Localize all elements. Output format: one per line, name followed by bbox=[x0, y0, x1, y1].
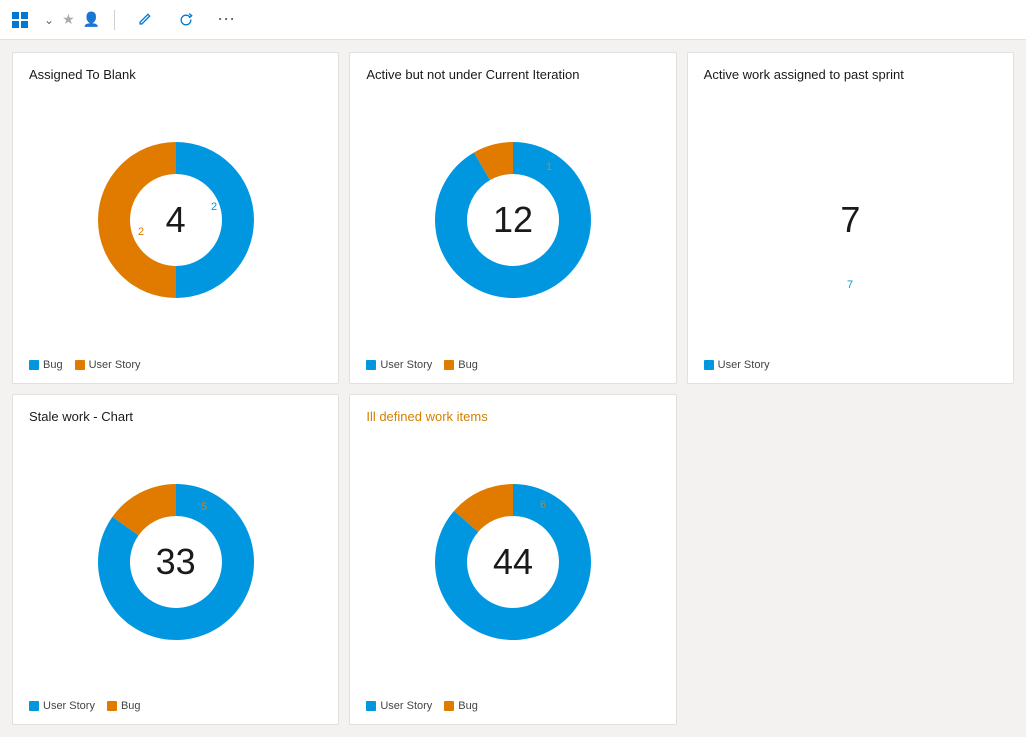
empty-card bbox=[687, 394, 1014, 726]
refresh-button[interactable] bbox=[171, 9, 205, 31]
donut-total: 44 bbox=[493, 541, 533, 583]
chart-card-ill-defined[interactable]: Ill defined work items 38 6 44 User Story… bbox=[349, 394, 676, 726]
divider bbox=[114, 10, 115, 30]
legend-color bbox=[366, 360, 376, 370]
svg-text:2: 2 bbox=[138, 226, 144, 238]
edit-icon bbox=[137, 13, 151, 27]
chart-title: Assigned To Blank bbox=[29, 67, 136, 82]
chart-legend: User Story bbox=[704, 359, 770, 371]
chart-card-stale-work[interactable]: Stale work - Chart 28 5 33 User Story Bug bbox=[12, 394, 339, 726]
legend-item: User Story bbox=[704, 359, 770, 371]
donut-chart: 28 5 33 bbox=[86, 472, 266, 652]
svg-text:11: 11 bbox=[517, 271, 528, 283]
legend-color bbox=[444, 360, 454, 370]
donut-total: 33 bbox=[156, 541, 196, 583]
chart-legend: User Story Bug bbox=[366, 700, 478, 712]
svg-text:7: 7 bbox=[847, 279, 853, 291]
chart-legend: User Story Bug bbox=[29, 700, 141, 712]
more-options-icon[interactable]: ⋯ bbox=[213, 5, 239, 34]
donut-total: 7 bbox=[840, 199, 860, 241]
donut-chart: 38 6 44 bbox=[423, 472, 603, 652]
grid-icon bbox=[12, 12, 28, 28]
legend-item: Bug bbox=[107, 700, 141, 712]
header: ⌄ ★ 👤 ⋯ bbox=[0, 0, 1026, 40]
chart-area: 2 2 4 bbox=[29, 90, 322, 351]
legend-label: User Story bbox=[380, 359, 432, 371]
chart-card-assigned-to-blank[interactable]: Assigned To Blank 2 2 4 Bug User Story bbox=[12, 52, 339, 384]
legend-color bbox=[75, 360, 85, 370]
star-icon[interactable]: ★ bbox=[62, 11, 75, 28]
legend-label: User Story bbox=[380, 700, 432, 712]
refresh-icon bbox=[179, 13, 193, 27]
legend-label: Bug bbox=[458, 359, 478, 371]
svg-text:5: 5 bbox=[201, 501, 207, 513]
chart-area: 111 12 bbox=[366, 90, 659, 351]
legend-label: User Story bbox=[43, 700, 95, 712]
legend-color bbox=[29, 701, 39, 711]
legend-item: User Story bbox=[366, 359, 432, 371]
svg-text:6: 6 bbox=[540, 499, 546, 511]
legend-item: User Story bbox=[366, 700, 432, 712]
donut-total: 4 bbox=[166, 199, 186, 241]
legend-color bbox=[366, 701, 376, 711]
legend-item: Bug bbox=[29, 359, 63, 371]
legend-color bbox=[29, 360, 39, 370]
chart-card-active-not-current[interactable]: Active but not under Current Iteration 1… bbox=[349, 52, 676, 384]
legend-color bbox=[107, 701, 117, 711]
chart-card-active-past-sprint[interactable]: Active work assigned to past sprint 7 7 … bbox=[687, 52, 1014, 384]
svg-text:2: 2 bbox=[211, 201, 217, 213]
chart-area: 38 6 44 bbox=[366, 432, 659, 693]
legend-item: User Story bbox=[75, 359, 141, 371]
chart-title: Active work assigned to past sprint bbox=[704, 67, 904, 82]
chevron-down-icon[interactable]: ⌄ bbox=[44, 13, 54, 27]
chart-title: Stale work - Chart bbox=[29, 409, 133, 424]
legend-color bbox=[704, 360, 714, 370]
donut-chart: 111 12 bbox=[423, 130, 603, 310]
donut-chart: 2 2 4 bbox=[86, 130, 266, 310]
legend-item: User Story bbox=[29, 700, 95, 712]
legend-item: Bug bbox=[444, 700, 478, 712]
chart-title: Active but not under Current Iteration bbox=[366, 67, 579, 82]
dashboard-grid: Assigned To Blank 2 2 4 Bug User Story Ac… bbox=[0, 40, 1026, 737]
chart-legend: Bug User Story bbox=[29, 359, 141, 371]
legend-item: Bug bbox=[444, 359, 478, 371]
chart-legend: User Story Bug bbox=[366, 359, 478, 371]
donut-total: 12 bbox=[493, 199, 533, 241]
donut-chart: 7 7 bbox=[760, 130, 940, 310]
legend-color bbox=[444, 701, 454, 711]
chart-title: Ill defined work items bbox=[366, 409, 487, 424]
legend-label: Bug bbox=[458, 700, 478, 712]
legend-label: User Story bbox=[89, 359, 141, 371]
edit-button[interactable] bbox=[129, 9, 163, 31]
person-icon[interactable]: 👤 bbox=[83, 11, 100, 28]
svg-text:38: 38 bbox=[507, 621, 519, 633]
chart-area: 28 5 33 bbox=[29, 432, 322, 693]
legend-label: Bug bbox=[43, 359, 63, 371]
legend-label: Bug bbox=[121, 700, 141, 712]
chart-area: 7 7 bbox=[704, 90, 997, 351]
svg-text:28: 28 bbox=[170, 621, 182, 633]
svg-text:1: 1 bbox=[546, 161, 552, 173]
legend-label: User Story bbox=[718, 359, 770, 371]
app-title bbox=[12, 12, 34, 28]
